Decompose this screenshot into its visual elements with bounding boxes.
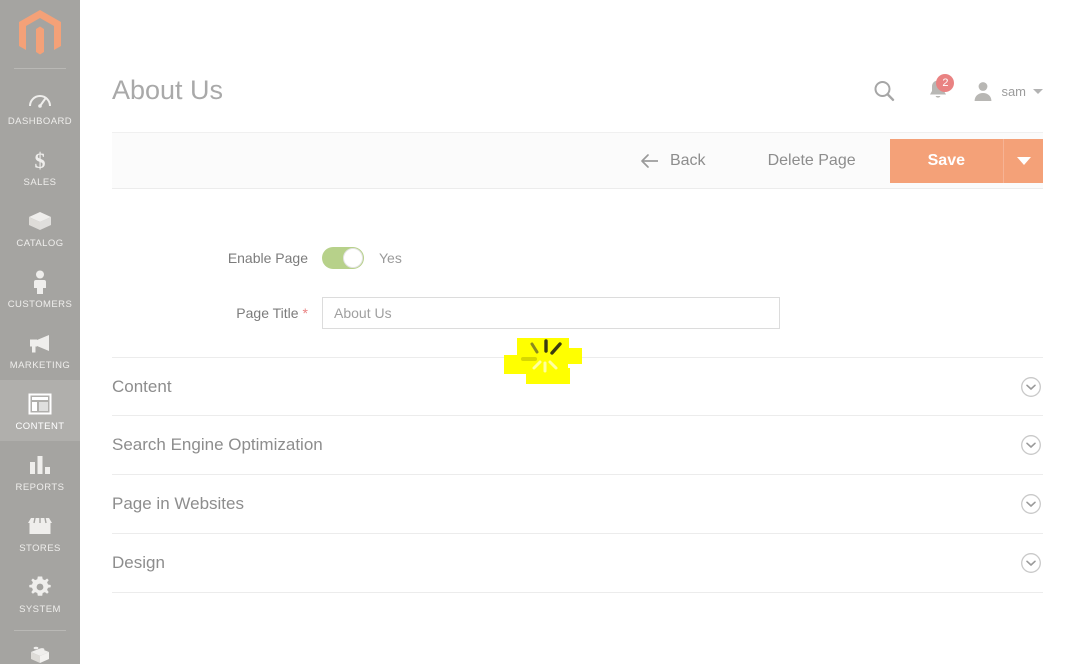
sidebar-item-content[interactable]: CONTENT: [0, 380, 80, 441]
chevron-down-circle-icon: [1019, 492, 1043, 516]
gear-icon: [28, 574, 52, 600]
sidebar-item-label: DASHBOARD: [7, 116, 73, 127]
sidebar-divider-top: [14, 68, 66, 69]
admin-sidebar: DASHBOARD $ SALES CATALOG CUSTOMERS MARK…: [0, 0, 80, 664]
person-icon: [31, 269, 49, 295]
sidebar-item-dashboard[interactable]: DASHBOARD: [0, 75, 80, 136]
sidebar-item-customers[interactable]: CUSTOMERS: [0, 258, 80, 319]
sidebar-item-label: CUSTOMERS: [7, 299, 73, 310]
sidebar-item-stores[interactable]: STORES: [0, 502, 80, 563]
caret-down-icon: [1016, 156, 1031, 165]
page-title-input[interactable]: [322, 297, 780, 329]
arrow-left-icon: [641, 153, 658, 168]
magento-logo-icon: [19, 10, 61, 55]
notification-count-badge: 2: [936, 74, 955, 92]
sidebar-item-label: CONTENT: [15, 421, 65, 432]
dashboard-icon: [28, 86, 52, 112]
sidebar-item-extensions[interactable]: [0, 631, 80, 664]
storefront-icon: [27, 513, 53, 539]
sidebar-item-catalog[interactable]: CATALOG: [0, 197, 80, 258]
notifications-button[interactable]: 2: [914, 74, 962, 107]
save-button[interactable]: Save: [889, 138, 1003, 183]
sidebar-item-reports[interactable]: REPORTS: [0, 441, 80, 502]
section-design[interactable]: Design: [112, 534, 1043, 593]
user-name: sam: [1001, 83, 1026, 99]
search-icon: [874, 81, 895, 101]
sidebar-item-sales[interactable]: $ SALES: [0, 136, 80, 197]
page-form: Enable Page Yes Page Title *: [80, 189, 1067, 329]
back-button[interactable]: Back: [636, 146, 710, 176]
sidebar-item-system[interactable]: SYSTEM: [0, 563, 80, 624]
section-content[interactable]: Content: [112, 357, 1043, 416]
svg-text:$: $: [35, 148, 46, 172]
box-icon: [27, 208, 53, 234]
sidebar-item-label: STORES: [19, 543, 61, 554]
sidebar-item-label: SYSTEM: [19, 604, 61, 615]
enable-page-label: Enable Page: [227, 250, 308, 266]
extension-block-icon: [27, 642, 53, 664]
chevron-down-circle-icon: [1019, 433, 1043, 457]
section-title: Content: [112, 376, 172, 396]
back-button-label: Back: [669, 151, 706, 169]
enable-page-field-row: Enable Page Yes: [80, 247, 1067, 269]
page-header: About Us 2 sam: [80, 0, 1067, 132]
delete-page-button[interactable]: Delete Page: [764, 146, 860, 176]
save-split-button: Save: [889, 138, 1043, 183]
megaphone-icon: [27, 330, 53, 356]
sidebar-item-marketing[interactable]: MARKETING: [0, 319, 80, 380]
section-title: Search Engine Optimization: [112, 435, 323, 454]
sidebar-item-label: SALES: [23, 177, 57, 188]
page-title-label-text: Page Title: [236, 305, 299, 321]
sidebar-item-label: REPORTS: [15, 482, 65, 493]
user-menu-button[interactable]: sam: [972, 80, 1043, 102]
sidebar-item-label: MARKETING: [9, 360, 71, 371]
section-page-in-websites[interactable]: Page in Websites: [112, 475, 1043, 534]
section-search-engine-optimization[interactable]: Search Engine Optimization: [112, 416, 1043, 475]
magento-admin-page: DASHBOARD $ SALES CATALOG CUSTOMERS MARK…: [0, 0, 1067, 664]
sidebar-item-label: CATALOG: [16, 238, 64, 249]
dollar-icon: $: [29, 147, 51, 173]
magento-logo[interactable]: [0, 0, 80, 68]
collapsible-sections: Content Search Engine Optimization Page …: [112, 357, 1043, 593]
toggle-knob: [343, 248, 363, 268]
section-title: Page in Websites: [112, 494, 244, 513]
chevron-down-icon: [1033, 88, 1043, 94]
page-title: About Us: [112, 75, 224, 105]
enable-page-value: Yes: [379, 250, 402, 266]
save-options-button[interactable]: [1003, 138, 1043, 183]
page-title-field-row: Page Title *: [80, 297, 1067, 329]
required-marker: *: [302, 305, 308, 321]
search-button[interactable]: [864, 75, 904, 107]
chevron-down-circle-icon: [1019, 551, 1043, 575]
page-actions-toolbar: Back Delete Page Save: [112, 132, 1043, 189]
page-title-label: Page Title *: [80, 305, 322, 321]
main-content-area: About Us 2 sam Back Delete Page Save Ena…: [80, 0, 1067, 664]
chevron-down-circle-icon: [1019, 375, 1043, 399]
layout-icon: [28, 391, 52, 417]
enable-page-toggle[interactable]: [322, 247, 364, 269]
header-tools: 2 sam: [864, 74, 1043, 107]
section-title: Design: [112, 553, 165, 572]
bar-chart-icon: [28, 452, 52, 478]
avatar-icon: [975, 82, 992, 101]
